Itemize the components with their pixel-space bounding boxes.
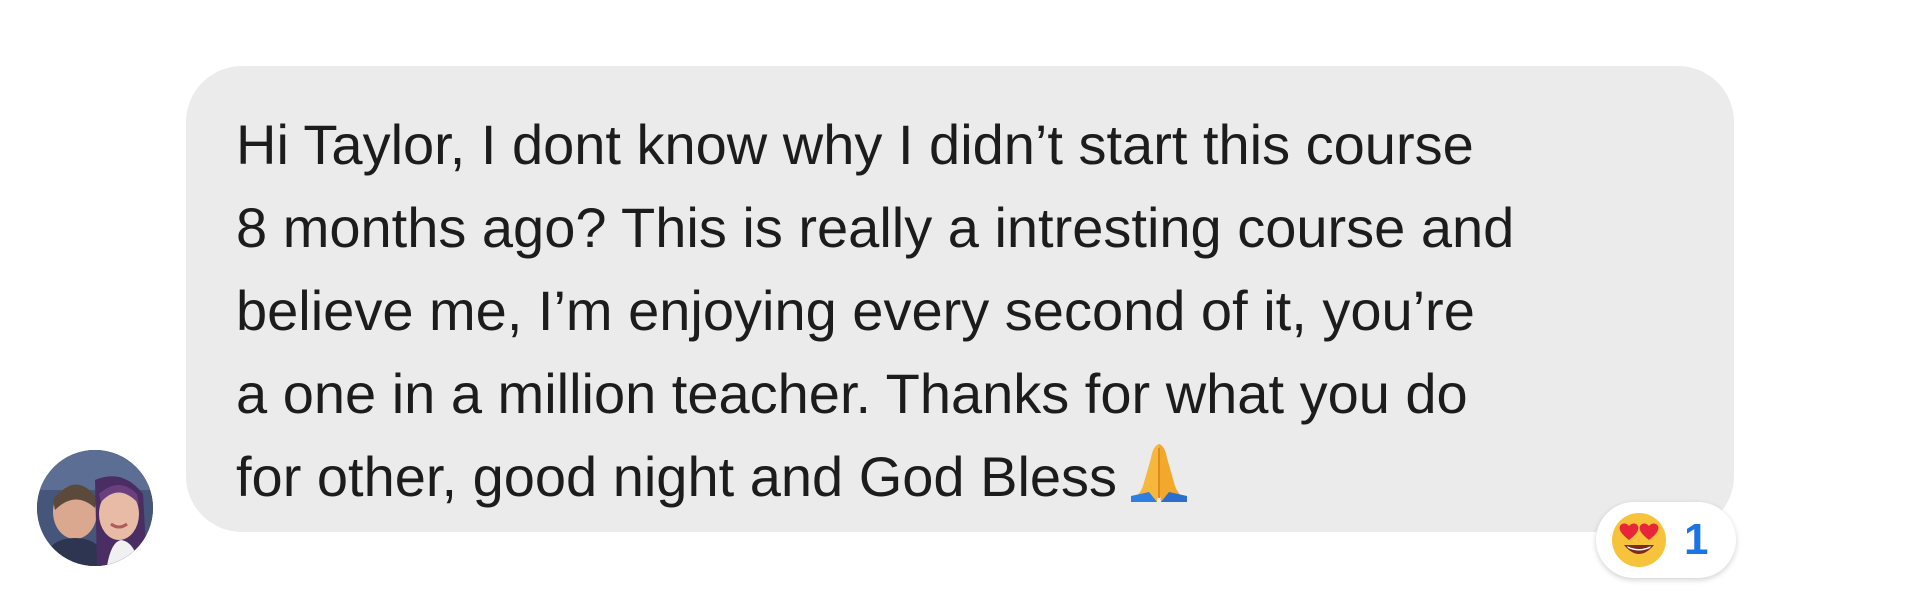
profile-photo — [37, 450, 153, 566]
comment-thread: Hi Taylor, I dont know why I didn’t star… — [0, 0, 1920, 594]
heart-eyes-icon — [1612, 513, 1666, 567]
reaction-count: 1 — [1684, 515, 1709, 564]
reaction-summary[interactable]: 1 — [1596, 502, 1736, 578]
comment-body: Hi Taylor, I dont know why I didn’t star… — [236, 113, 1515, 508]
comment-text: Hi Taylor, I dont know why I didn’t star… — [236, 103, 1694, 518]
avatar[interactable] — [37, 450, 153, 566]
folded-hands-icon — [1129, 440, 1189, 504]
comment-bubble[interactable]: Hi Taylor, I dont know why I didn’t star… — [186, 66, 1734, 532]
